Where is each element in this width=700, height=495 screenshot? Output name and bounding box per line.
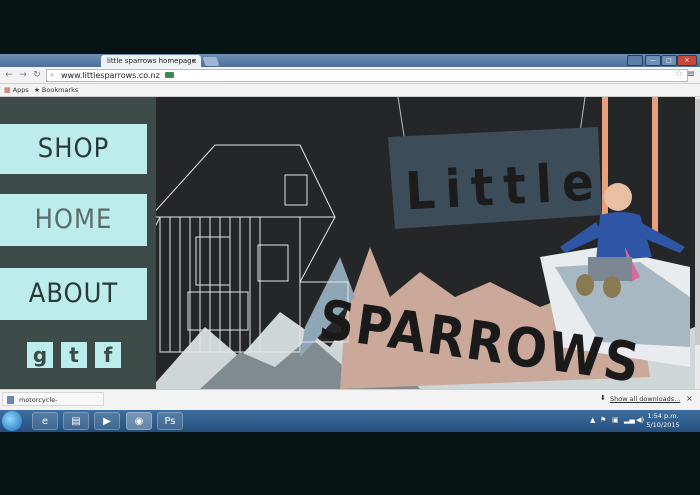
bookmarks-folder[interactable]: ★ Bookmarks	[34, 84, 78, 96]
scrollbar-thumb[interactable]	[695, 99, 700, 345]
apps-bookmark[interactable]: ▦ Apps	[4, 84, 29, 96]
webpage: Little SPARROWS SHOP HOME ABOUT g t f	[0, 97, 695, 389]
facebook-icon[interactable]: f	[95, 342, 121, 368]
url-text: www.littlesparrows.co.nz	[61, 71, 160, 80]
apps-grid-icon: ▦	[4, 86, 11, 94]
page-scrollbar[interactable]	[695, 97, 700, 389]
close-downloads-icon[interactable]: ×	[686, 394, 693, 403]
maximize-button[interactable]: □	[661, 55, 677, 66]
tab-bar: little sparrows homepage × — □ ✕	[0, 54, 700, 67]
google-plus-icon[interactable]: g	[27, 342, 53, 368]
flag-icon[interactable]: ⚑	[600, 416, 606, 424]
start-button[interactable]	[2, 411, 22, 431]
new-tab-button[interactable]	[202, 57, 220, 66]
menu-icon[interactable]: ≡	[686, 69, 696, 81]
browser-tab[interactable]: little sparrows homepage ×	[101, 55, 201, 67]
nav-home-button[interactable]: HOME	[0, 194, 147, 246]
network-icon[interactable]: ▂▄	[624, 416, 635, 424]
minimize-button[interactable]: —	[645, 55, 661, 66]
image-file-icon	[7, 396, 14, 404]
internet-explorer-icon[interactable]: e	[32, 412, 58, 430]
sign-text-little: Little	[404, 152, 605, 222]
back-icon[interactable]: ←	[3, 69, 15, 81]
user-icon[interactable]	[627, 55, 643, 66]
screen-frame: little sparrows homepage × — □ ✕ ← → ↻ ⌕…	[0, 54, 700, 432]
download-arrow-icon: ⬇	[600, 394, 606, 402]
bookmarks-bar: ▦ Apps ★ Bookmarks	[0, 84, 700, 97]
site-sidebar: SHOP HOME ABOUT g t f	[0, 97, 156, 389]
search-icon: ⌕	[50, 71, 54, 79]
sign-rope-right	[579, 97, 586, 133]
chrome-icon[interactable]: ◉	[126, 412, 152, 430]
tab-close-icon[interactable]: ×	[191, 55, 197, 67]
swing-rope-right	[652, 97, 658, 242]
twitter-icon[interactable]: t	[61, 342, 87, 368]
taskbar-clock[interactable]: 1:54 p.m. 5/10/2015	[646, 412, 680, 430]
browser-toolbar: ← → ↻ ⌕ www.littlesparrows.co.nz ☆ ≡	[0, 67, 700, 84]
sign-rope-left	[397, 97, 406, 143]
tray-expand-icon[interactable]: ▲	[590, 416, 595, 424]
downloads-bar: motorcycle-helmets-....jpg ⬇ Show all do…	[0, 389, 700, 418]
nav-about-button[interactable]: ABOUT	[0, 268, 147, 320]
close-window-button[interactable]: ✕	[677, 55, 697, 66]
bookmark-star-icon[interactable]: ☆	[675, 69, 683, 80]
download-item[interactable]: motorcycle-helmets-....jpg	[2, 392, 104, 418]
file-explorer-icon[interactable]: ▤	[63, 412, 89, 430]
volume-icon[interactable]: ◀)	[636, 416, 644, 424]
clock-date: 5/10/2015	[646, 421, 680, 429]
photoshop-icon[interactable]: Ps	[157, 412, 183, 430]
media-player-icon[interactable]: ▶	[94, 412, 120, 430]
nav-shop-button[interactable]: SHOP	[0, 124, 147, 174]
clock-time: 1:54 p.m.	[647, 412, 679, 420]
forward-icon[interactable]: →	[17, 69, 29, 81]
windows-taskbar: e ▤ ▶ ◉ Ps ▲ ⚑ ▣ ▂▄ ◀) 1:54 p.m. 5/10/20…	[0, 410, 700, 432]
address-bar[interactable]: ⌕ www.littlesparrows.co.nz ☆	[46, 69, 688, 82]
reload-icon[interactable]: ↻	[31, 69, 43, 81]
device-icon[interactable]: ▣	[612, 416, 619, 424]
show-all-downloads-link[interactable]: Show all downloads...	[610, 395, 680, 403]
extension-icon[interactable]	[165, 72, 174, 78]
tab-title: little sparrows homepage	[107, 57, 196, 65]
star-icon: ★	[34, 86, 40, 94]
